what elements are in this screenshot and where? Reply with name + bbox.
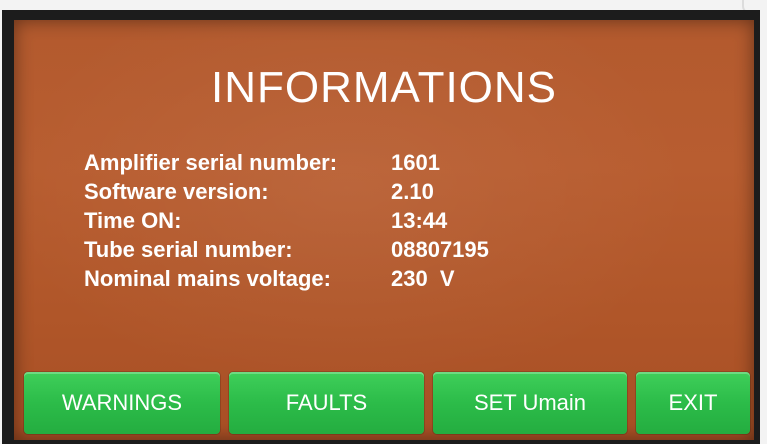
info-value: 230 V [391, 266, 455, 291]
info-value: 2.10 [391, 179, 434, 204]
exit-button-label: EXIT [668, 390, 718, 415]
info-label: Software version: [84, 179, 269, 204]
warnings-button-label: WARNINGS [61, 390, 183, 415]
touch-screen: INFORMATIONS Amplifier serial number: 16… [14, 20, 754, 440]
button-bar: WARNINGS FAULTS SET Umain EXIT [22, 372, 754, 434]
device-frame: INFORMATIONS Amplifier serial number: 16… [0, 0, 767, 444]
info-row-mains-voltage: Nominal mains voltage: 230 V [84, 264, 489, 293]
info-label: Amplifier serial number: [84, 150, 338, 175]
info-label: Nominal mains voltage: [84, 266, 331, 291]
info-row-time-on: Time ON: 13:44 [84, 206, 489, 235]
set-umain-button-label: SET Umain [473, 390, 587, 415]
info-label: Tube serial number: [84, 237, 293, 262]
info-label: Time ON: [84, 208, 182, 233]
warnings-button[interactable]: WARNINGS [24, 372, 220, 434]
faults-button-label: FAULTS [285, 390, 368, 415]
exit-button[interactable]: EXIT [636, 372, 750, 434]
set-umain-button[interactable]: SET Umain [433, 372, 627, 434]
info-value: 08807195 [391, 237, 489, 262]
info-value: 1601 [391, 150, 440, 175]
info-row-tube-serial: Tube serial number: 08807195 [84, 235, 489, 264]
info-table: Amplifier serial number: 1601 Software v… [84, 148, 489, 293]
faults-button[interactable]: FAULTS [229, 372, 424, 434]
info-row-software-version: Software version: 2.10 [84, 177, 489, 206]
page-title: INFORMATIONS [210, 63, 558, 112]
info-row-amplifier-serial: Amplifier serial number: 1601 [84, 148, 489, 177]
info-value: 13:44 [391, 208, 448, 233]
